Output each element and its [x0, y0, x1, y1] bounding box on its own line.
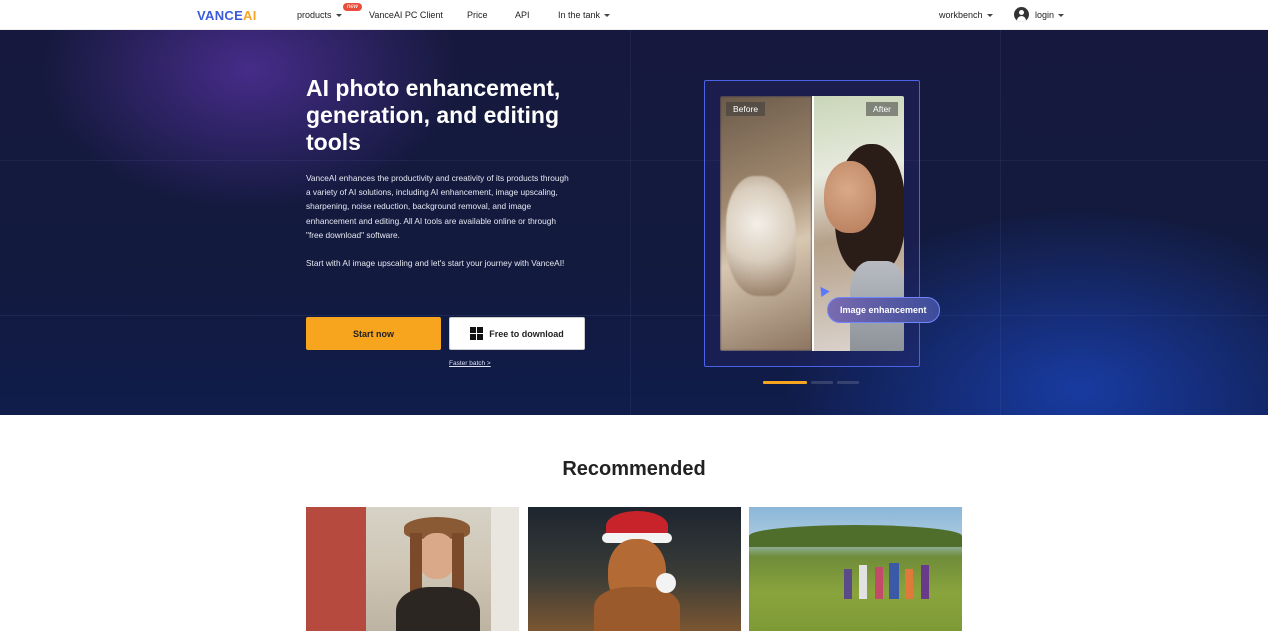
nav-products[interactable]: products: [297, 10, 342, 20]
nav-workbench-label: workbench: [939, 10, 983, 20]
card-person: [889, 563, 899, 599]
carousel-dot-2[interactable]: [811, 381, 833, 384]
recommended-card-2[interactable]: [528, 507, 741, 631]
recommended-title: Recommended: [562, 458, 706, 480]
card-person: [859, 565, 867, 599]
faster-batch-link[interactable]: Faster batch >: [449, 360, 498, 367]
top-nav: VANCEAI products new VanceAI PC Client P…: [0, 0, 1268, 30]
recommended-card-1[interactable]: [306, 507, 519, 631]
after-label: After: [866, 102, 898, 116]
card-person: [905, 569, 913, 599]
dog-figure: [726, 176, 796, 296]
chevron-down-icon: [335, 14, 342, 18]
woman-face: [824, 161, 876, 233]
card-building-wall: [306, 507, 366, 631]
carousel-dot-1[interactable]: [763, 381, 807, 384]
before-label: Before: [726, 102, 766, 116]
hero-section: AI photo enhancement, generation, and ed…: [0, 30, 1268, 415]
before-after-showcase: Before After: [704, 80, 920, 367]
hero-title: AI photo enhancement, generation, and ed…: [306, 75, 561, 155]
recommended-card-3[interactable]: [749, 507, 962, 631]
nav-products-label: products: [297, 10, 332, 20]
card-hat-pompom: [656, 573, 676, 593]
chevron-down-icon: [1058, 14, 1065, 18]
nav-in-the-tank-label: In the tank: [558, 10, 601, 20]
user-avatar-icon[interactable]: [1014, 7, 1029, 22]
grid-line: [0, 160, 1268, 161]
nav-price-label: Price: [467, 10, 488, 20]
card-person: [844, 569, 852, 599]
free-download-label: Free to download: [489, 328, 564, 339]
card-person: [921, 565, 929, 599]
image-enhancement-badge[interactable]: Image enhancement: [827, 297, 940, 323]
card-dog-body: [594, 587, 680, 631]
nav-api-label: API: [515, 10, 530, 20]
card-person: [875, 567, 883, 599]
chevron-down-icon: [986, 14, 993, 18]
hero-description-cta: Start with AI image upscaling and let's …: [306, 258, 565, 268]
nav-pc-client[interactable]: VanceAI PC Client: [369, 10, 443, 20]
windows-icon: [470, 327, 484, 340]
nav-login[interactable]: login: [1035, 10, 1065, 20]
nav-login-label: login: [1035, 10, 1055, 20]
nav-workbench[interactable]: workbench: [939, 10, 993, 20]
start-now-button[interactable]: Start now: [306, 317, 441, 350]
new-badge: new: [343, 3, 363, 11]
card-hills: [749, 525, 962, 547]
vanceai-logo[interactable]: VANCEAI: [197, 8, 257, 23]
card-face: [418, 533, 456, 579]
logo-text: VANCE: [197, 8, 244, 23]
free-download-button[interactable]: Free to download: [449, 317, 585, 350]
nav-pc-client-label: VanceAI PC Client: [369, 10, 443, 20]
card-building-wall: [491, 507, 519, 631]
grid-line: [1000, 30, 1001, 415]
comparison-slider-handle[interactable]: [812, 96, 814, 351]
logo-accent: AI: [243, 8, 257, 23]
carousel-dot-3[interactable]: [837, 381, 859, 384]
grid-line: [630, 30, 631, 415]
nav-in-the-tank[interactable]: In the tank: [558, 10, 611, 20]
hero-description: VanceAI enhances the productivity and cr…: [306, 173, 569, 240]
card-jacket: [396, 587, 480, 631]
nav-price[interactable]: Price: [467, 10, 488, 20]
chevron-down-icon: [604, 14, 611, 18]
grid-line: [0, 315, 1268, 316]
nav-api[interactable]: API: [515, 10, 530, 20]
